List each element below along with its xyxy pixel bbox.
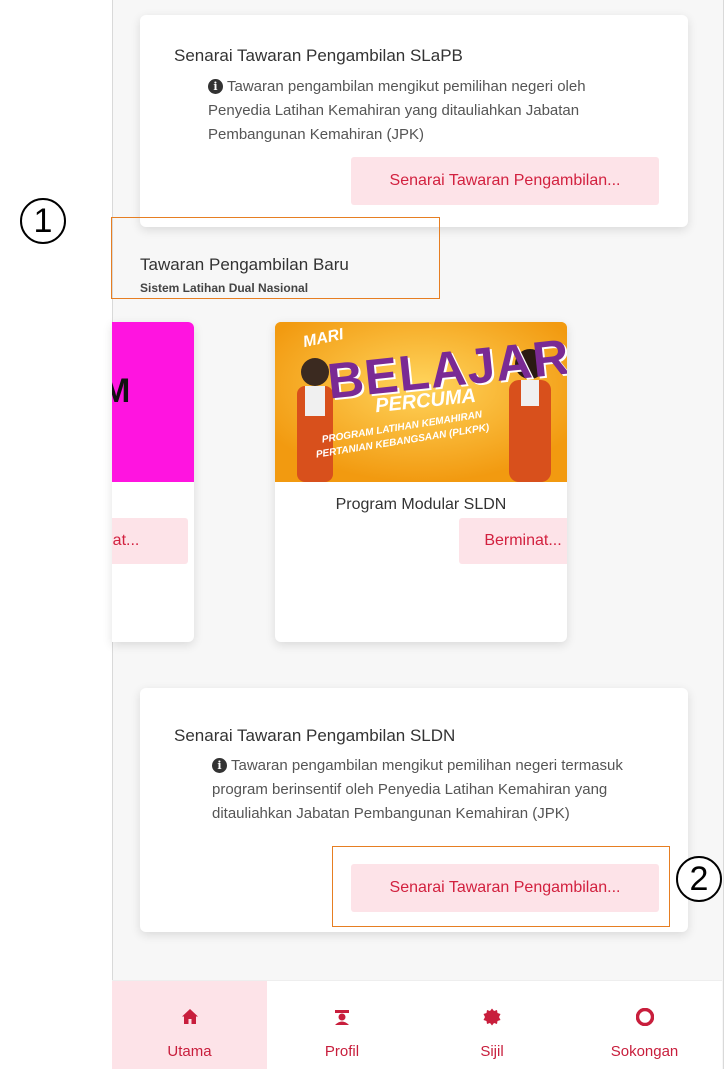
- carousel-card-previous[interactable]: M Berminat...: [112, 322, 194, 642]
- lifebuoy-support-icon: [635, 1008, 654, 1026]
- nav-label-sokongan: Sokongan: [610, 1043, 679, 1060]
- program-interest-button[interactable]: Berminat...: [459, 518, 567, 564]
- previous-card-interest-button[interactable]: Berminat...: [112, 518, 188, 564]
- previous-card-banner-letter: M: [112, 372, 131, 410]
- previous-card-banner: M: [112, 322, 194, 482]
- slapb-card-title: Senarai Tawaran Pengambilan SLaPB: [174, 46, 463, 65]
- page: Senarai Tawaran Pengambilan SLaPB i Tawar…: [0, 0, 726, 1069]
- info-icon: i: [208, 79, 223, 94]
- graduate-profile-icon: [335, 1010, 349, 1025]
- certificate-badge-icon: [483, 1008, 501, 1026]
- nav-label-profil: Profil: [324, 1043, 360, 1060]
- annotation-callout-2: 2: [676, 856, 722, 902]
- slapb-card-description: i Tawaran pengambilan mengikut pemilihan …: [208, 78, 586, 143]
- nav-item-utama[interactable]: Utama: [112, 981, 267, 1069]
- slapb-offer-list-button[interactable]: Senarai Tawaran Pengambilan...: [351, 157, 659, 205]
- program-card[interactable]: MARI BELAJAR PERCUMA PROGRAM LATIHAN KEM…: [275, 322, 567, 642]
- sldn-card-title: Senarai Tawaran Pengambilan SLDN: [174, 726, 456, 745]
- slapb-offer-card: Senarai Tawaran Pengambilan SLaPB i Tawar…: [140, 15, 688, 227]
- nav-label-sijil: Sijil: [480, 1043, 504, 1060]
- annotation-box-2: [332, 846, 670, 927]
- program-name: Program Modular SLDN: [335, 496, 507, 513]
- nav-item-profil[interactable]: Profil: [267, 981, 417, 1069]
- annotation-callout-1: 1: [20, 198, 66, 244]
- nav-item-sijil[interactable]: Sijil: [417, 981, 567, 1069]
- program-banner-image: MARI BELAJAR PERCUMA PROGRAM LATIHAN KEM…: [275, 322, 567, 482]
- home-icon: [181, 1009, 198, 1024]
- nav-label-utama: Utama: [167, 1043, 212, 1060]
- sldn-card-description: i Tawaran pengambilan mengikut pemilihan …: [212, 757, 623, 822]
- info-icon: i: [212, 758, 227, 773]
- annotation-box-1: [111, 217, 440, 299]
- nav-item-sokongan[interactable]: Sokongan: [567, 981, 722, 1069]
- bottom-navigation: Utama Profil Sijil Sokongan: [112, 980, 722, 1069]
